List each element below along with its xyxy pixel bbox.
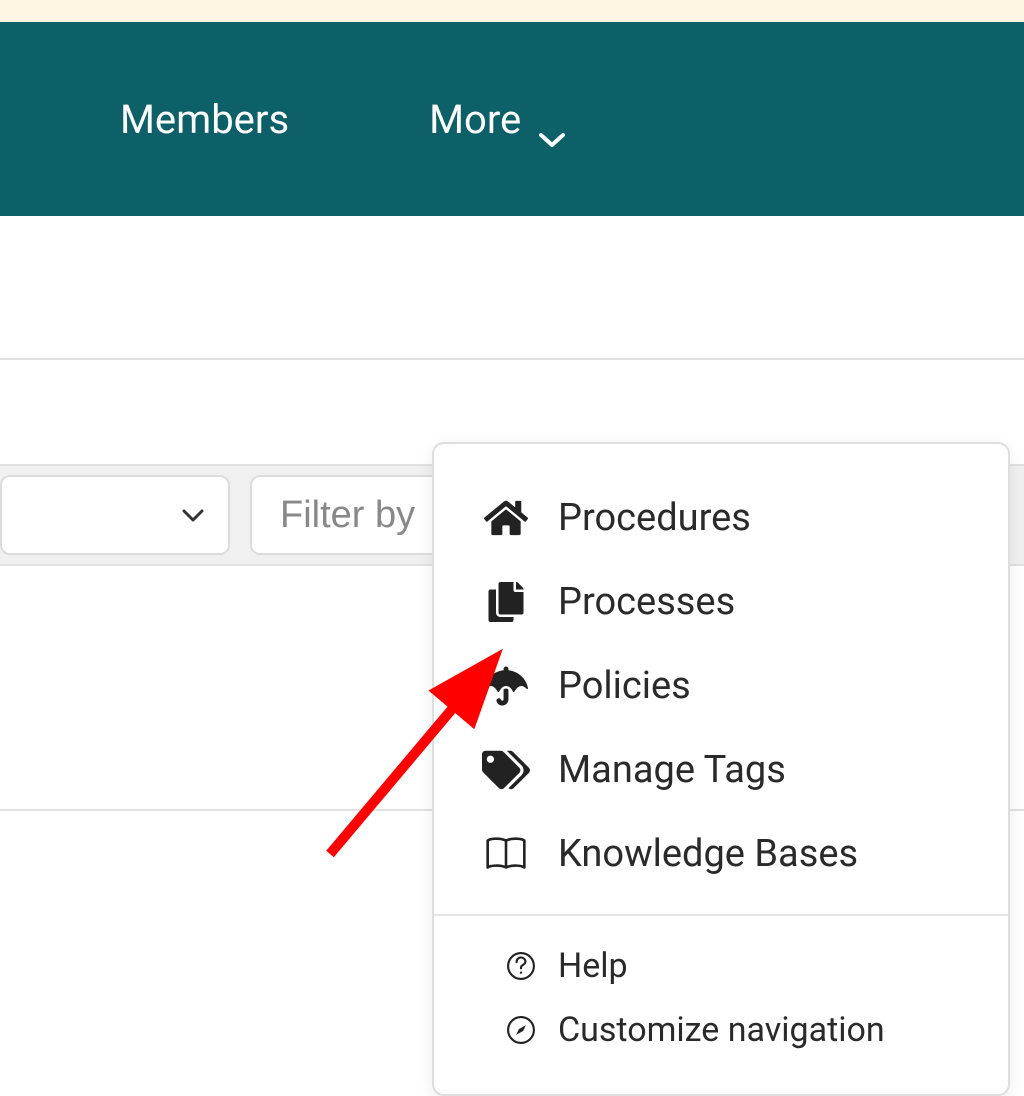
umbrella-icon (482, 662, 530, 710)
menu-item-label: Customize navigation (558, 1010, 885, 1050)
menu-item-label: Manage Tags (558, 748, 786, 792)
chevron-down-icon (182, 508, 204, 522)
menu-item-policies[interactable]: Policies (434, 644, 1008, 728)
menu-item-label: Policies (558, 664, 691, 708)
top-banner (0, 0, 1024, 22)
more-dropdown-menu: Procedures Processes Policies Manage Tag… (432, 442, 1010, 1096)
filter-select[interactable] (0, 475, 230, 555)
question-icon (504, 949, 538, 983)
nav-bar: Members More (0, 22, 1024, 216)
home-icon (482, 494, 530, 542)
book-icon (482, 830, 530, 878)
menu-item-procedures[interactable]: Procedures (434, 476, 1008, 560)
nav-more[interactable]: More (429, 96, 565, 143)
copy-icon (482, 578, 530, 626)
divider (0, 358, 1024, 360)
menu-divider (434, 914, 1008, 916)
menu-item-label: Help (558, 946, 628, 986)
chevron-down-icon (539, 111, 565, 127)
menu-item-knowledge-bases[interactable]: Knowledge Bases (434, 812, 1008, 896)
nav-members[interactable]: Members (120, 96, 289, 143)
tags-icon (482, 746, 530, 794)
menu-item-label: Knowledge Bases (558, 832, 858, 876)
content-area: Procedures Processes Policies Manage Tag… (0, 216, 1024, 944)
nav-more-label: More (429, 96, 521, 143)
compass-icon (504, 1013, 538, 1047)
menu-item-label: Procedures (558, 496, 751, 540)
menu-item-manage-tags[interactable]: Manage Tags (434, 728, 1008, 812)
menu-item-label: Processes (558, 580, 735, 624)
menu-item-customize-navigation[interactable]: Customize navigation (434, 998, 1008, 1062)
nav-members-label: Members (120, 96, 289, 143)
menu-item-processes[interactable]: Processes (434, 560, 1008, 644)
